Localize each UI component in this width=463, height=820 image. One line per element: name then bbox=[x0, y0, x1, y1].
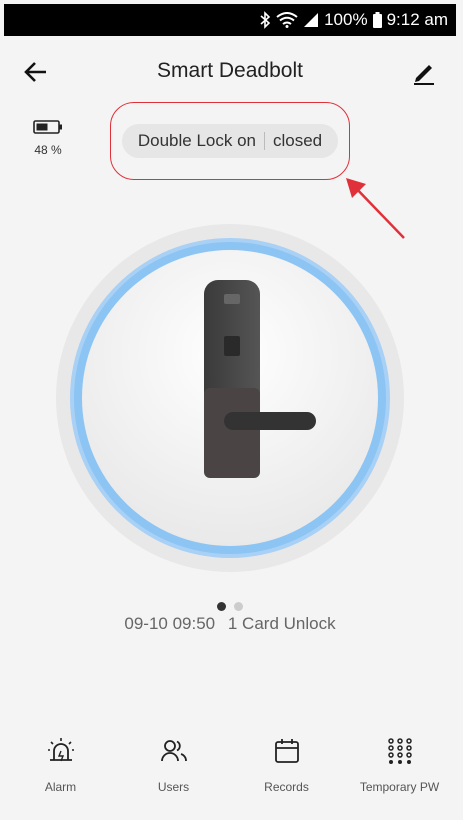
lock-battery-icon bbox=[33, 120, 62, 134]
status-bar: 100% 9:12 am bbox=[4, 4, 456, 36]
lock-dial bbox=[56, 224, 404, 572]
status-time: 9:12 am bbox=[386, 10, 448, 29]
back-button[interactable] bbox=[22, 58, 50, 86]
nav-item-records[interactable]: Records bbox=[230, 720, 343, 810]
last-event-description: 1 Card Unlock bbox=[227, 614, 336, 633]
nav-label-records: Records bbox=[264, 780, 309, 794]
back-arrow-icon bbox=[24, 62, 46, 82]
nav-label-temporary-pw: Temporary PW bbox=[359, 780, 440, 794]
lock-battery-percent: 48 % bbox=[34, 143, 62, 157]
signal-icon bbox=[303, 12, 319, 28]
app-screen: 100% 9:12 am Smart Deadbolt 48 % Double … bbox=[4, 4, 456, 810]
pill-divider bbox=[264, 132, 265, 150]
nav-item-users[interactable]: Users bbox=[117, 720, 230, 810]
edit-button[interactable] bbox=[410, 58, 438, 86]
bluetooth-icon bbox=[259, 11, 271, 29]
lock-control[interactable] bbox=[54, 222, 406, 574]
last-event: 09-10 09:50 1 Card Unlock bbox=[4, 614, 456, 634]
lock-state: closed bbox=[273, 131, 323, 150]
pagination-dots bbox=[4, 602, 456, 611]
nav-label-alarm: Alarm bbox=[44, 780, 77, 794]
lock-battery: 48 % bbox=[28, 120, 68, 157]
pencil-icon bbox=[414, 65, 434, 85]
double-lock-status: Double Lock on bbox=[137, 131, 256, 150]
nav-item-temporary-pw[interactable]: Temporary PW bbox=[343, 720, 456, 810]
bottom-nav: Alarm Users Records Temporary PW bbox=[4, 720, 456, 810]
lock-status-pill: Double Lock on closed bbox=[122, 124, 338, 158]
last-event-time: 09-10 09:50 bbox=[124, 614, 216, 633]
page-title: Smart Deadbolt bbox=[157, 59, 303, 82]
page-dot-1[interactable] bbox=[217, 602, 226, 611]
wifi-icon bbox=[276, 12, 298, 28]
page-dot-2[interactable] bbox=[234, 602, 243, 611]
users-icon bbox=[160, 740, 187, 762]
nav-label-users: Users bbox=[157, 780, 190, 794]
status-battery-text: 100% bbox=[324, 10, 368, 29]
keypad-icon bbox=[387, 738, 412, 764]
alarm-icon bbox=[47, 738, 74, 762]
header: Smart Deadbolt bbox=[4, 36, 456, 106]
phone-battery-icon bbox=[372, 12, 382, 28]
calendar-icon bbox=[274, 739, 299, 763]
nav-item-alarm[interactable]: Alarm bbox=[4, 720, 117, 810]
